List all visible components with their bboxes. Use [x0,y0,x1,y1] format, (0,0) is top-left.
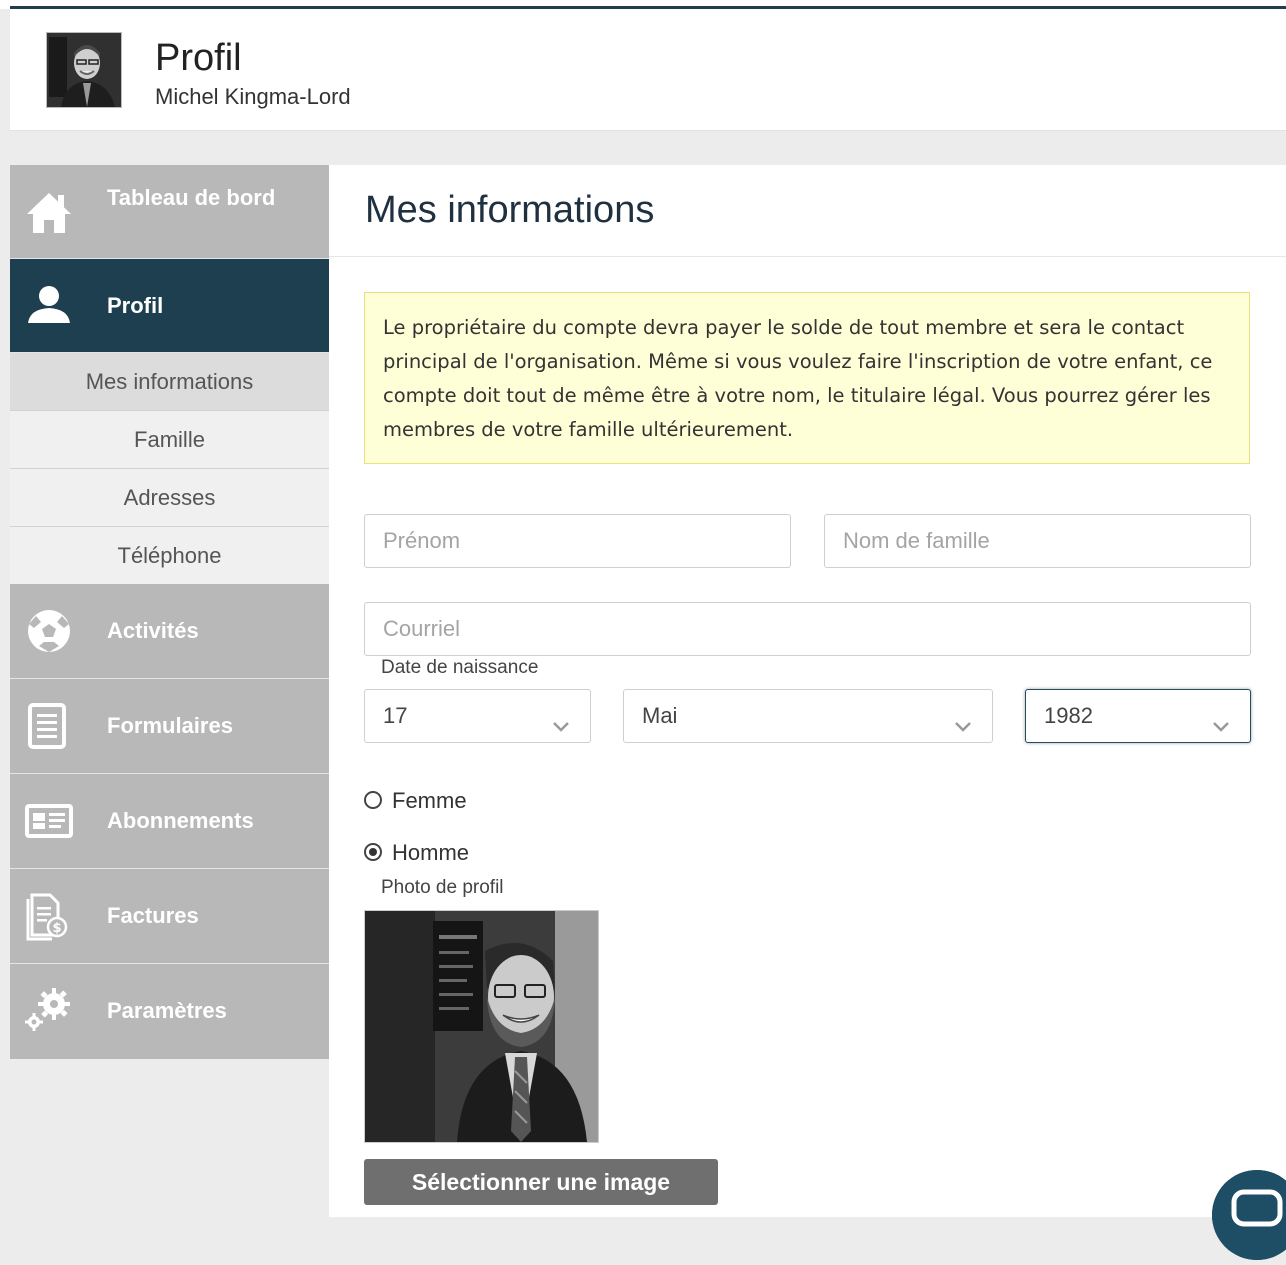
gender-option-label: Homme [392,840,470,865]
sidebar-item-dashboard[interactable]: Tableau de bord [10,165,329,259]
profile-photo [364,910,599,1143]
title-divider [329,256,1286,257]
gender-radio-femme[interactable]: Femme [364,786,467,816]
sidebar-item-abonnements[interactable]: Abonnements [10,774,329,869]
sidebar-item-profil[interactable]: Profil [10,259,329,353]
membership-card-icon [24,796,74,846]
sidebar-item-label: Factures [107,903,199,928]
gender-option-label: Femme [392,788,467,813]
page-header: Profil Michel Kingma-Lord [10,9,1286,131]
email-input[interactable]: Courriel [364,602,1251,656]
subnav-telephone[interactable]: Téléphone [10,527,329,585]
invoice-icon: $ [24,891,74,941]
birthdate-label: Date de naissance [381,657,539,678]
birth-day-value: 17 [383,703,408,728]
first-name-input[interactable]: Prénom [364,514,791,568]
chevron-down-icon [550,704,572,732]
chevron-down-icon [952,704,974,732]
page-title: Mes informations [365,189,655,231]
header-title: Profil [155,37,242,79]
info-notice: Le propriétaire du compte devra payer le… [364,292,1250,464]
sidebar: Tableau de bord Profil Mes informations … [10,165,329,1217]
photo-label: Photo de profil [381,877,504,898]
top-accent-bar [0,0,1286,9]
chat-widget-button[interactable] [1212,1170,1286,1260]
svg-text:$: $ [52,921,61,936]
radio-unchecked-icon[interactable] [364,791,382,810]
sidebar-item-label: Formulaires [107,713,233,738]
sidebar-item-label: Tableau de bord [107,185,276,210]
chevron-down-icon [1210,704,1232,732]
birth-year-value: 1982 [1044,703,1093,728]
birth-day-select[interactable]: 17 [364,689,591,743]
soccer-ball-icon [24,606,74,656]
sidebar-item-label: Abonnements [107,808,254,833]
subnav-adresses[interactable]: Adresses [10,469,329,527]
select-image-button[interactable]: Sélectionner une image [364,1159,718,1205]
main-content: Mes informations Le propriétaire du comp… [329,165,1286,1217]
gender-radio-homme[interactable]: Homme [364,838,469,868]
home-icon [24,187,74,237]
last-name-input[interactable]: Nom de famille [824,514,1251,568]
user-icon [24,281,74,331]
subnav-famille[interactable]: Famille [10,411,329,469]
birth-year-select[interactable]: 1982 [1025,689,1251,743]
form-icon [24,701,74,751]
birth-month-value: Mai [642,703,678,728]
header-avatar [46,32,122,108]
sidebar-item-formulaires[interactable]: Formulaires [10,679,329,774]
sidebar-item-factures[interactable]: $ Factures [10,869,329,964]
sidebar-item-parametres[interactable]: Paramètres [10,964,329,1059]
gears-icon [24,984,74,1034]
radio-checked-icon[interactable] [364,843,382,862]
sidebar-item-label: Profil [107,293,164,318]
subnav-mes-informations[interactable]: Mes informations [10,353,329,411]
sidebar-item-label: Paramètres [107,998,227,1023]
sidebar-item-activites[interactable]: Activités [10,584,329,679]
sidebar-item-label: Activités [107,618,199,643]
birth-month-select[interactable]: Mai [623,689,993,743]
header-username: Michel Kingma-Lord [155,84,351,109]
